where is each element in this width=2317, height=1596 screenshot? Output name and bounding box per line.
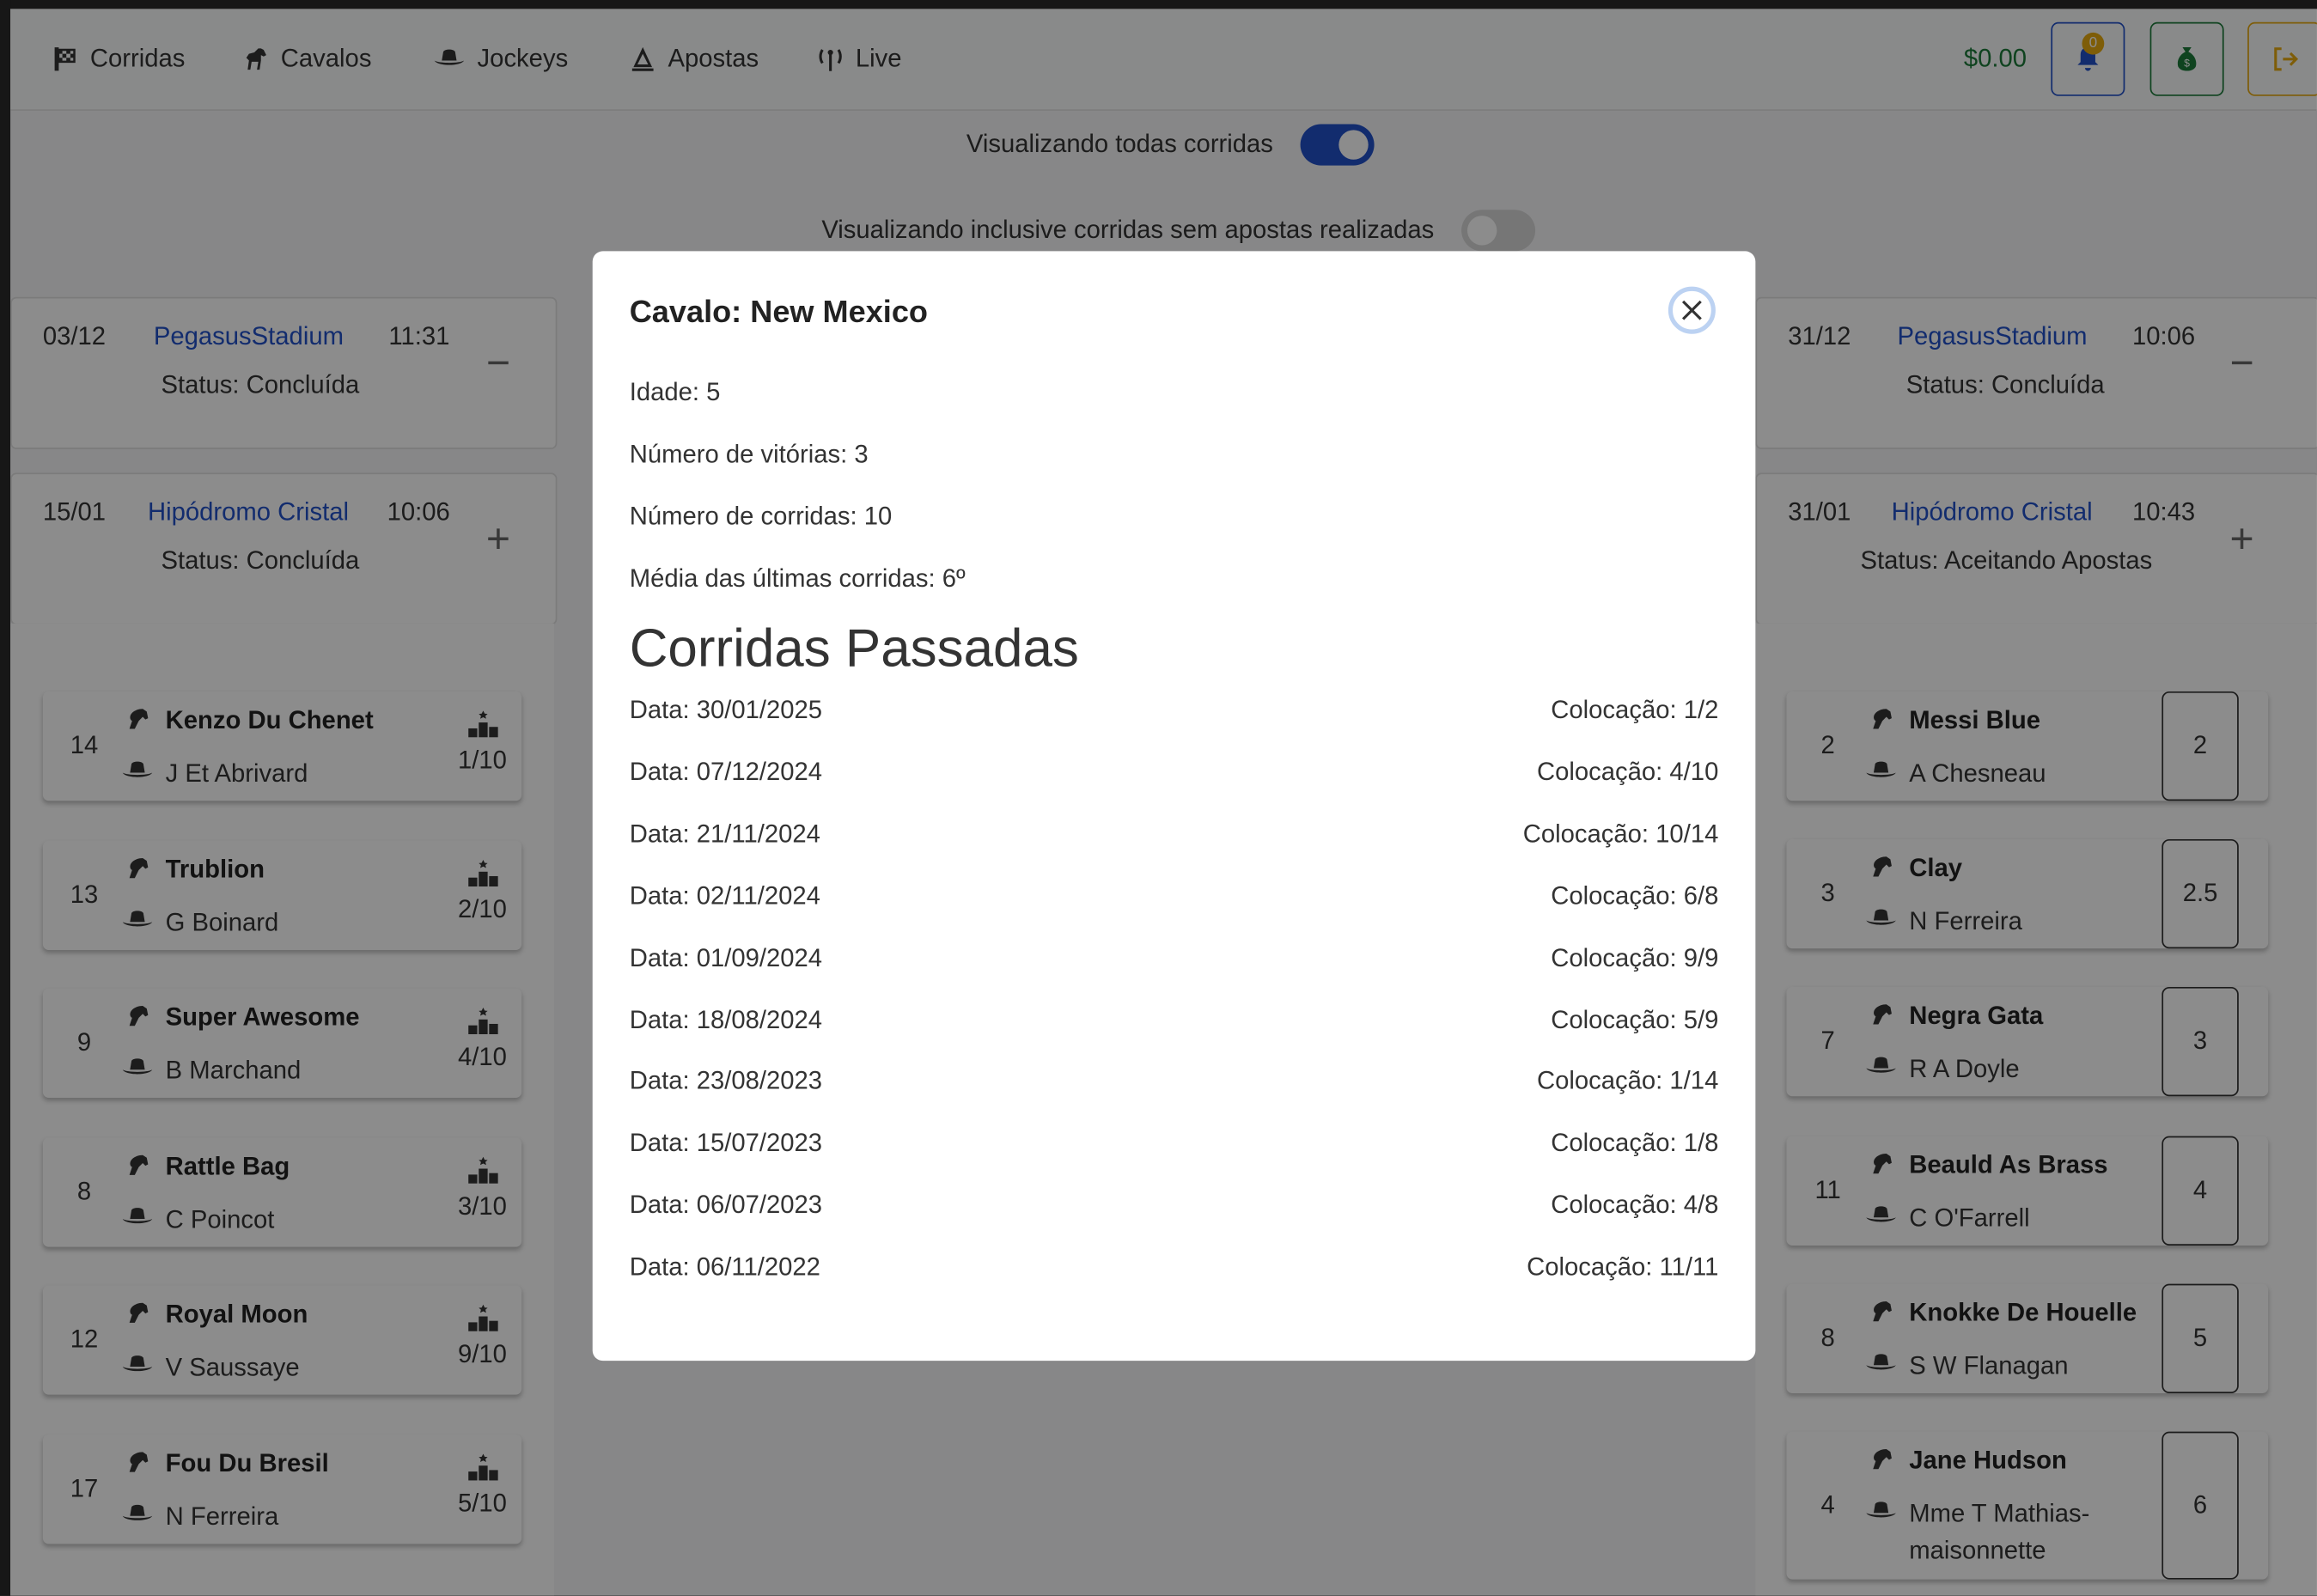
past-race-date: Data: 06/07/2023 [629, 1191, 823, 1220]
past-race-row: Data: 21/11/2024 Colocação: 10/14 [630, 819, 1719, 855]
horse-modal: Cavalo: New Mexico Idade: 5 Número de vi… [592, 251, 1756, 1361]
horse-age: Idade: 5 [629, 378, 721, 406]
past-race-row: Data: 23/08/2023 Colocação: 1/14 [630, 1068, 1719, 1103]
horse-races: Número de corridas: 10 [629, 502, 893, 531]
past-race-row: Data: 01/09/2024 Colocação: 9/9 [630, 943, 1719, 978]
past-race-row: Data: 07/12/2024 Colocação: 4/10 [630, 758, 1719, 793]
modal-title: Cavalo: New Mexico [629, 295, 928, 330]
past-race-placement: Colocação: 4/8 [1551, 1191, 1719, 1220]
past-race-date: Data: 18/08/2024 [629, 1005, 823, 1034]
past-race-placement: Colocação: 4/10 [1537, 758, 1719, 786]
past-races-heading: Corridas Passadas [629, 617, 1079, 679]
close-icon [1681, 300, 1702, 320]
past-race-date: Data: 15/07/2023 [629, 1129, 823, 1158]
past-race-row: Data: 30/01/2025 Colocação: 1/2 [630, 696, 1719, 731]
past-race-date: Data: 06/11/2022 [629, 1252, 820, 1282]
past-race-placement: Colocação: 5/9 [1551, 1005, 1719, 1034]
past-race-date: Data: 07/12/2024 [629, 758, 823, 786]
past-race-placement: Colocação: 9/9 [1551, 943, 1719, 972]
past-race-row: Data: 15/07/2023 Colocação: 1/8 [630, 1130, 1719, 1165]
past-race-row: Data: 06/11/2022 Colocação: 11/11 [630, 1253, 1719, 1288]
past-race-date: Data: 02/11/2024 [629, 881, 820, 910]
past-race-placement: Colocação: 6/8 [1551, 881, 1719, 910]
past-race-placement: Colocação: 1/8 [1551, 1129, 1719, 1158]
past-race-row: Data: 18/08/2024 Colocação: 5/9 [630, 1005, 1719, 1040]
past-race-date: Data: 30/01/2025 [629, 696, 823, 724]
past-race-placement: Colocação: 11/11 [1527, 1252, 1719, 1282]
past-race-placement: Colocação: 1/14 [1537, 1067, 1719, 1096]
horse-average: Média das últimas corridas: 6º [629, 564, 966, 593]
past-race-placement: Colocação: 1/2 [1551, 696, 1719, 724]
past-race-placement: Colocação: 10/14 [1522, 819, 1719, 848]
horse-wins: Número de vitórias: 3 [629, 440, 869, 469]
past-race-date: Data: 23/08/2023 [629, 1067, 823, 1096]
past-race-date: Data: 21/11/2024 [629, 819, 820, 848]
past-race-row: Data: 02/11/2024 Colocação: 6/8 [630, 881, 1719, 917]
past-race-row: Data: 06/07/2023 Colocação: 4/8 [630, 1191, 1719, 1227]
past-race-date: Data: 01/09/2024 [629, 943, 823, 972]
close-button[interactable] [1668, 286, 1716, 334]
